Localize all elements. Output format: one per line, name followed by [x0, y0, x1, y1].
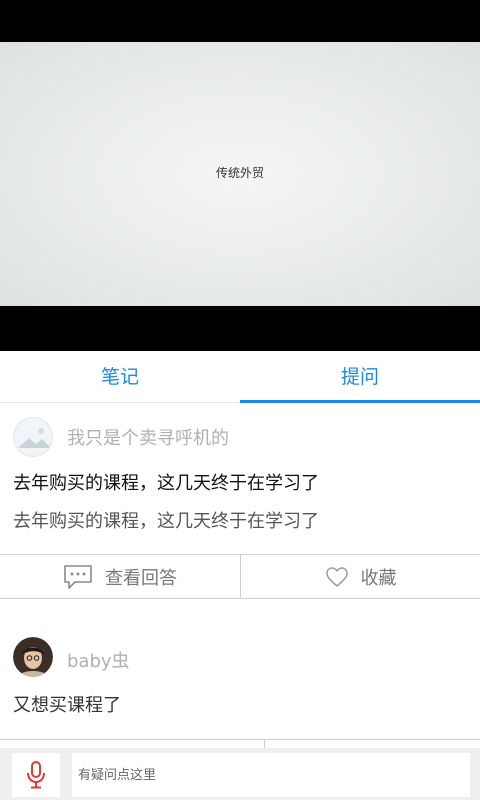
active-tab-indicator — [240, 400, 480, 403]
video-caption: 传统外贸 — [215, 166, 264, 180]
user-photo-icon — [13, 637, 53, 677]
question-title: 又想买课程了 — [13, 695, 121, 716]
favorite-button[interactable]: 收藏 — [240, 555, 480, 598]
question-input-bar — [0, 748, 480, 800]
username[interactable]: 我只是个卖寻呼机的 — [67, 424, 229, 450]
username[interactable]: baby虫 — [67, 647, 130, 673]
view-answers-button[interactable]: 查看回答 — [0, 555, 240, 598]
question-title: 去年购买的课程，这几天终于在学习了 — [13, 473, 319, 494]
avatar[interactable] — [13, 637, 53, 677]
view-answers-label: 查看回答 — [105, 567, 177, 589]
video-player[interactable]: 传统外贸 — [0, 0, 480, 351]
tab-questions[interactable]: 提问 — [240, 351, 480, 403]
tab-notes[interactable]: 笔记 — [0, 351, 240, 403]
favorite-label: 收藏 — [360, 567, 397, 589]
question-body: 去年购买的课程，这几天终于在学习了 — [13, 511, 319, 532]
voice-input-button[interactable] — [12, 753, 60, 797]
microphone-icon — [27, 761, 45, 789]
divider — [0, 739, 480, 740]
question-actions: 查看回答 收藏 — [0, 554, 480, 599]
divider — [264, 739, 265, 748]
tab-bar: 笔记 提问 — [0, 351, 480, 403]
default-avatar-icon — [14, 418, 52, 456]
heart-icon — [325, 566, 348, 587]
question-input[interactable] — [72, 753, 470, 797]
avatar[interactable] — [13, 417, 53, 457]
comment-icon — [64, 564, 92, 589]
